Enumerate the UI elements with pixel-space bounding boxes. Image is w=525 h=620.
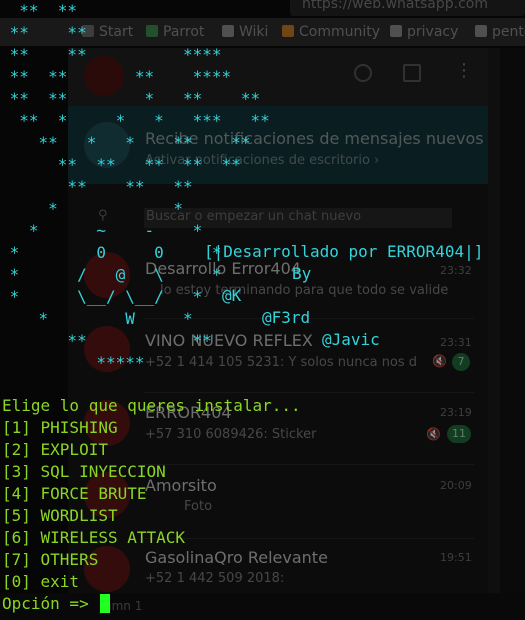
menu-option-wireless[interactable]: [6] WIRELESS ATTACK bbox=[2, 527, 185, 549]
credits-by: By bbox=[292, 264, 312, 283]
menu-title: Elige lo que queres instalar... bbox=[2, 396, 301, 415]
menu-option-wordlist[interactable]: [5] WORDLIST bbox=[2, 505, 118, 527]
credits-author-javic: @Javic bbox=[322, 330, 380, 349]
credits-title: [|Desarrollado por ERROR404|] bbox=[204, 242, 484, 261]
input-prompt[interactable]: Opción => bbox=[2, 593, 111, 615]
menu-option-exit[interactable]: [0] exit bbox=[2, 571, 79, 593]
menu-option-others[interactable]: [7] OTHERS bbox=[2, 549, 98, 571]
credits-author-f3rd: @F3rd bbox=[262, 308, 311, 327]
menu-option-phishing[interactable]: [1] PHISHING bbox=[2, 417, 118, 439]
terminal-window[interactable]: ** ** ** ** ** ** **** ** ** ** **** ** … bbox=[0, 0, 525, 620]
credits-author-k: @K bbox=[222, 286, 242, 305]
menu-option-exploit[interactable]: [2] EXPLOIT bbox=[2, 439, 108, 461]
text-cursor[interactable] bbox=[100, 594, 111, 613]
menu-option-sql[interactable]: [3] SQL INYECCION bbox=[2, 461, 166, 483]
menu-option-force-brute[interactable]: [4] FORCE BRUTE bbox=[2, 483, 147, 505]
ascii-art-banner: ** ** ** ** ** ** **** ** ** ** **** ** … bbox=[9, 1, 270, 372]
prompt-label: Opción => bbox=[2, 594, 99, 613]
